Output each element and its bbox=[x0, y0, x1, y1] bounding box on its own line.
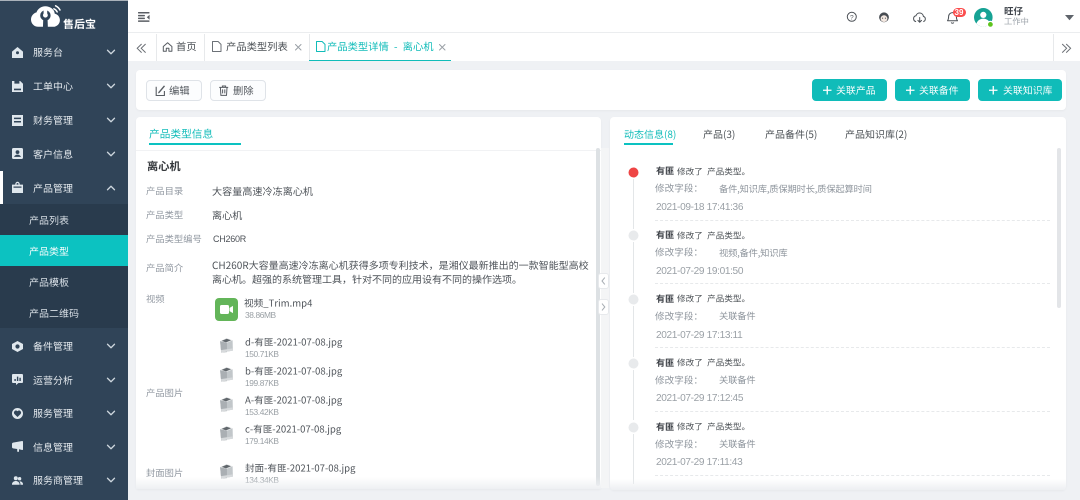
svg-text:38.86MB: 38.86MB bbox=[245, 310, 277, 320]
svg-text:2021-07-29 17:12:45: 2021-07-29 17:12:45 bbox=[656, 393, 744, 404]
svg-text:150.71KB: 150.71KB bbox=[245, 349, 279, 359]
svg-text:153.42KB: 153.42KB bbox=[245, 407, 279, 417]
svg-text:?: ? bbox=[850, 14, 854, 21]
svg-text:199.87KB: 199.87KB bbox=[245, 378, 279, 388]
svg-text:2021-09-18 17:41:36: 2021-09-18 17:41:36 bbox=[656, 202, 744, 213]
svg-text:179.14KB: 179.14KB bbox=[245, 436, 279, 446]
svg-text:39: 39 bbox=[955, 8, 964, 17]
svg-text:2021-07-29 19:01:50: 2021-07-29 19:01:50 bbox=[656, 266, 744, 277]
svg-text:CH260R: CH260R bbox=[213, 234, 247, 244]
svg-text:2021-07-29 17:11:43: 2021-07-29 17:11:43 bbox=[656, 457, 743, 468]
svg-text:2021-07-29 17:13:11: 2021-07-29 17:13:11 bbox=[656, 330, 743, 341]
